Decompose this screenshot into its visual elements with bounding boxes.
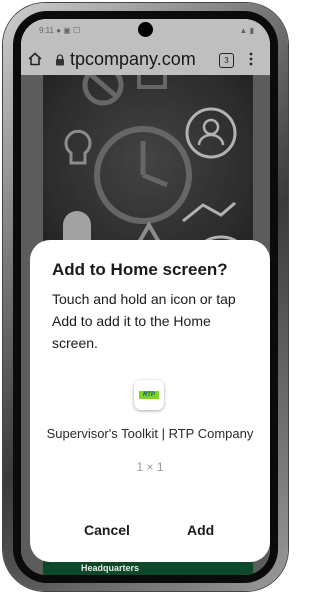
- add-button[interactable]: Add: [187, 522, 214, 538]
- cancel-button[interactable]: Cancel: [84, 522, 130, 538]
- app-icon: RTP: [134, 380, 164, 410]
- footer-label: Headquarters: [81, 563, 140, 573]
- dialog-message: Touch and hold an icon or tap Add to add…: [52, 291, 236, 351]
- rtp-logo-icon: RTP: [139, 391, 159, 399]
- app-name: Supervisor's Toolkit | RTP Company: [46, 426, 254, 441]
- app-size: 1 × 1: [136, 460, 164, 474]
- add-to-home-dialog: Add to Home screen? Touch and hold an ic…: [30, 240, 270, 562]
- dialog-title: Add to Home screen?: [52, 260, 228, 279]
